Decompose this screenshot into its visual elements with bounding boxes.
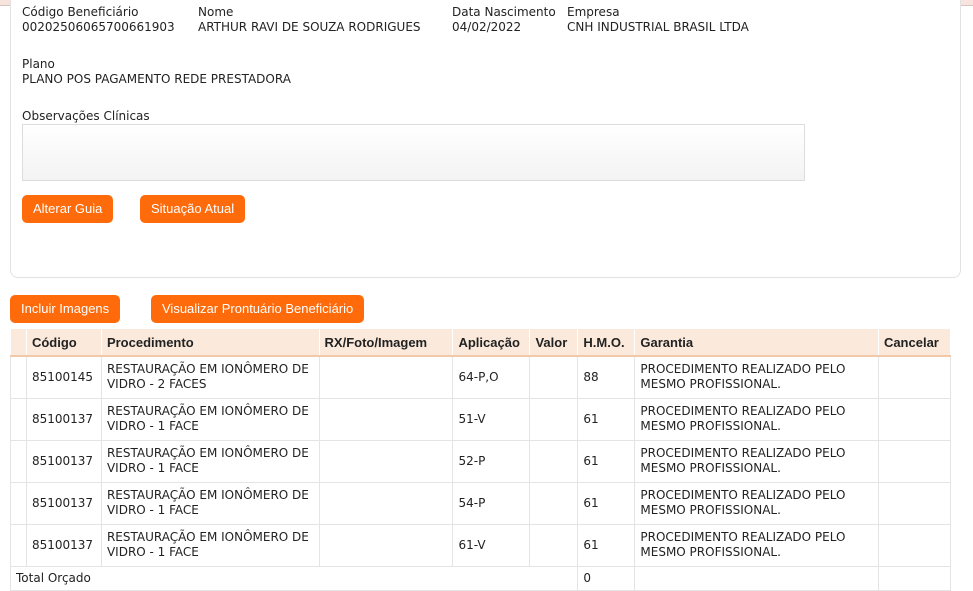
situacao-atual-button[interactable]: Situação Atual bbox=[140, 195, 246, 223]
cell-valor bbox=[529, 481, 579, 525]
col-valor: Valor bbox=[529, 329, 579, 357]
total-label: Total Orçado bbox=[9, 565, 579, 591]
row-marker bbox=[10, 523, 27, 567]
cell-valor bbox=[529, 439, 579, 483]
col-garantia: Garantia bbox=[634, 329, 879, 357]
cell-cancelar[interactable] bbox=[877, 481, 952, 525]
cell-rx bbox=[318, 355, 454, 399]
table-header: Código Procedimento RX/Foto/Imagem Aplic… bbox=[10, 329, 952, 357]
cell-hmo: 61 bbox=[577, 523, 636, 567]
cell-procedimento: RESTAURAÇÃO EM IONÔMERO DE VIDRO - 2 FAC… bbox=[100, 355, 320, 399]
row-marker bbox=[10, 439, 27, 483]
empresa-value: CNH INDUSTRIAL BRASIL LTDA bbox=[567, 20, 749, 34]
cell-valor bbox=[529, 397, 579, 441]
cell-hmo: 61 bbox=[577, 439, 636, 483]
cell-hmo: 88 bbox=[577, 355, 636, 399]
table-row: 85100137 RESTAURAÇÃO EM IONÔMERO DE VIDRO… bbox=[10, 481, 952, 525]
codigo-label: Código Beneficiário bbox=[22, 5, 139, 19]
cell-procedimento: RESTAURAÇÃO EM IONÔMERO DE VIDRO - 1 FAC… bbox=[100, 481, 320, 525]
cell-codigo: 85100137 bbox=[25, 523, 102, 567]
col-rx: RX/Foto/Imagem bbox=[319, 329, 454, 357]
cell-rx bbox=[318, 481, 454, 525]
row-marker bbox=[10, 397, 27, 441]
cell-garantia: PROCEDIMENTO REALIZADO PELO MESMO PROFIS… bbox=[634, 397, 879, 441]
cell-codigo: 85100145 bbox=[25, 355, 102, 399]
alterar-guia-button[interactable]: Alterar Guia bbox=[22, 195, 114, 223]
col-cancelar: Cancelar bbox=[878, 329, 952, 357]
row-marker bbox=[10, 355, 27, 399]
cell-codigo: 85100137 bbox=[25, 397, 102, 441]
col-hmo: H.M.O. bbox=[577, 329, 636, 357]
table-row: 85100137 RESTAURAÇÃO EM IONÔMERO DE VIDRO… bbox=[10, 523, 952, 567]
cell-aplicacao: 61-V bbox=[452, 523, 531, 567]
cell-aplicacao: 51-V bbox=[452, 397, 531, 441]
cell-procedimento: RESTAURAÇÃO EM IONÔMERO DE VIDRO - 1 FAC… bbox=[100, 397, 320, 441]
cell-rx bbox=[318, 439, 454, 483]
incluir-imagens-button[interactable]: Incluir Imagens bbox=[10, 295, 121, 323]
empresa-label: Empresa bbox=[567, 5, 620, 19]
col-procedimento: Procedimento bbox=[101, 329, 320, 357]
cell-procedimento: RESTAURAÇÃO EM IONÔMERO DE VIDRO - 1 FAC… bbox=[100, 523, 320, 567]
cell-cancelar[interactable] bbox=[877, 439, 952, 483]
cell-codigo: 85100137 bbox=[25, 481, 102, 525]
col-aplicacao: Aplicação bbox=[452, 329, 531, 357]
nome-label: Nome bbox=[198, 5, 234, 19]
plano-label: Plano bbox=[22, 57, 55, 71]
visualizar-prontuario-button[interactable]: Visualizar Prontuário Beneficiário bbox=[151, 295, 365, 323]
cell-garantia: PROCEDIMENTO REALIZADO PELO MESMO PROFIS… bbox=[634, 523, 879, 567]
cell-aplicacao: 64-P,O bbox=[452, 355, 531, 399]
cell-valor bbox=[529, 355, 579, 399]
cell-garantia: PROCEDIMENTO REALIZADO PELO MESMO PROFIS… bbox=[634, 481, 879, 525]
row-marker bbox=[10, 481, 27, 525]
cell-aplicacao: 52-P bbox=[452, 439, 531, 483]
cell-procedimento: RESTAURAÇÃO EM IONÔMERO DE VIDRO - 1 FAC… bbox=[100, 439, 320, 483]
total-hmo: 0 bbox=[577, 565, 636, 591]
total-row: Total Orçado 0 bbox=[9, 565, 952, 591]
cell-garantia: PROCEDIMENTO REALIZADO PELO MESMO PROFIS… bbox=[634, 355, 879, 399]
cell-rx bbox=[318, 523, 454, 567]
table-row: 85100137 RESTAURAÇÃO EM IONÔMERO DE VIDRO… bbox=[10, 439, 952, 483]
table-row: 85100145 RESTAURAÇÃO EM IONÔMERO DE VIDRO… bbox=[10, 355, 952, 399]
observacoes-textarea[interactable] bbox=[22, 124, 805, 181]
nasc-value: 04/02/2022 bbox=[452, 20, 522, 34]
plano-value: PLANO POS PAGAMENTO REDE PRESTADORA bbox=[22, 72, 291, 86]
cell-valor bbox=[529, 523, 579, 567]
cell-rx bbox=[318, 397, 454, 441]
cell-hmo: 61 bbox=[577, 397, 636, 441]
cell-cancelar[interactable] bbox=[877, 355, 952, 399]
obs-label: Observações Clínicas bbox=[22, 109, 150, 123]
col-codigo: Código bbox=[26, 329, 102, 357]
cell-cancelar[interactable] bbox=[877, 397, 952, 441]
nasc-label: Data Nascimento bbox=[452, 5, 556, 19]
cell-garantia: PROCEDIMENTO REALIZADO PELO MESMO PROFIS… bbox=[634, 439, 879, 483]
cell-hmo: 61 bbox=[577, 481, 636, 525]
cell-cancelar[interactable] bbox=[877, 523, 952, 567]
cell-codigo: 85100137 bbox=[25, 439, 102, 483]
codigo-value: 00202506065700661903 bbox=[22, 20, 175, 34]
nome-value: ARTHUR RAVI DE SOUZA RODRIGUES bbox=[198, 20, 421, 34]
table-row: 85100137 RESTAURAÇÃO EM IONÔMERO DE VIDRO… bbox=[10, 397, 952, 441]
cell-aplicacao: 54-P bbox=[452, 481, 531, 525]
procedures-table: Código Procedimento RX/Foto/Imagem Aplic… bbox=[9, 329, 952, 591]
